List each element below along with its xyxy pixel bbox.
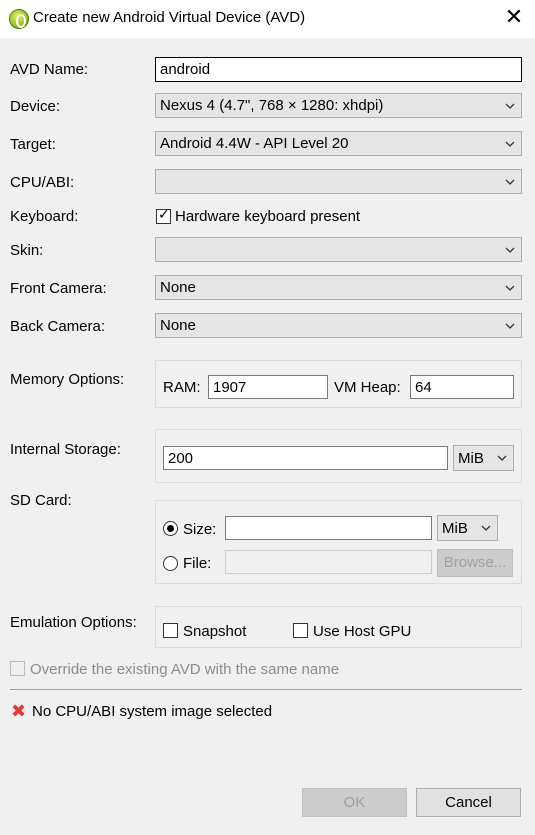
chevron-down-icon [497,455,507,461]
front-camera-dropdown-value: None [160,279,196,296]
back-camera-dropdown[interactable]: None [155,313,522,338]
check-icon: ✓ [158,207,170,223]
sd-size-unit-value: MiB [442,520,468,537]
internal-storage-label: Internal Storage: [10,441,121,458]
separator [10,689,522,690]
ram-label: RAM: [163,379,201,396]
vm-heap-label: VM Heap: [334,379,401,396]
ok-button[interactable]: OK [302,788,407,817]
sd-file-label: File: [183,555,212,572]
device-label: Device: [10,98,61,115]
sd-size-radio[interactable] [163,521,178,536]
use-host-gpu-label: Use Host GPU [313,623,412,640]
front-camera-label: Front Camera: [10,280,107,297]
override-avd-label: Override the existing AVD with the same … [30,661,340,678]
avd-name-label: AVD Name: [10,61,89,78]
front-camera-dropdown[interactable]: None [155,275,522,300]
sd-file-input[interactable] [225,550,432,574]
use-host-gpu-checkbox[interactable] [293,623,308,638]
override-avd-checkbox[interactable] [10,661,25,676]
snapshot-label: Snapshot [183,623,247,640]
target-dropdown[interactable]: Android 4.4W - API Level 20 [155,131,522,156]
chevron-down-icon [505,103,515,109]
error-x-icon: ✖ [11,701,27,722]
cancel-button[interactable]: Cancel [416,788,521,817]
sd-size-input[interactable] [225,516,432,540]
cpu-abi-dropdown[interactable] [155,169,522,194]
back-camera-label: Back Camera: [10,318,106,335]
browse-button[interactable]: Browse... [437,549,513,577]
close-icon[interactable]: ✕ [500,4,528,32]
emulation-options-label: Emulation Options: [10,614,137,631]
sd-size-label: Size: [183,521,217,538]
chevron-down-icon [505,179,515,185]
avd-name-input[interactable]: android [155,57,522,82]
chevron-down-icon [505,141,515,147]
skin-label: Skin: [10,242,44,259]
chevron-down-icon [505,323,515,329]
internal-storage-unit-value: MiB [458,450,484,467]
vm-heap-input[interactable]: 64 [410,375,514,399]
ram-input[interactable]: 1907 [208,375,328,399]
eclipse-app-icon [9,9,29,29]
hardware-keyboard-checkbox[interactable]: ✓ [156,207,171,224]
chevron-down-icon [481,525,491,531]
sd-card-label: SD Card: [10,492,72,509]
sd-file-radio[interactable] [163,556,178,571]
memory-options-label: Memory Options: [10,371,125,388]
target-label: Target: [10,136,56,153]
internal-storage-unit-dropdown[interactable]: MiB [453,445,514,471]
chevron-down-icon [505,285,515,291]
internal-storage-input[interactable]: 200 [163,446,448,470]
device-dropdown-value: Nexus 4 (4.7", 768 × 1280: xhdpi) [160,97,384,114]
skin-dropdown[interactable] [155,237,522,262]
keyboard-label: Keyboard: [10,208,79,225]
window-title: Create new Android Virtual Device (AVD) [33,9,306,26]
chevron-down-icon [505,247,515,253]
hardware-keyboard-label: Hardware keyboard present [175,208,361,225]
snapshot-checkbox[interactable] [163,623,178,638]
sd-size-unit-dropdown[interactable]: MiB [437,515,498,541]
target-dropdown-value: Android 4.4W - API Level 20 [160,135,349,152]
back-camera-dropdown-value: None [160,317,196,334]
radio-selected-dot [167,525,174,532]
error-message: No CPU/ABI system image selected [32,703,273,720]
device-dropdown[interactable]: Nexus 4 (4.7", 768 × 1280: xhdpi) [155,93,522,118]
cpu-abi-label: CPU/ABI: [10,174,75,191]
